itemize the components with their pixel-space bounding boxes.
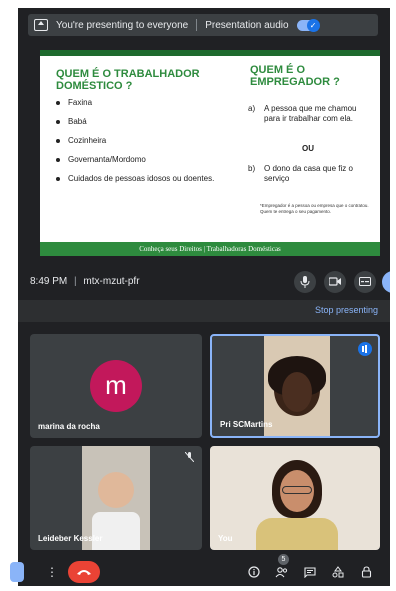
presenting-text: You're presenting to everyone [56, 19, 189, 31]
slide-footnote: *Empregador é a pessoa ou empresa que o … [260, 203, 369, 214]
slide-footer: Conheça seus Direitos | Trabalhadoras Do… [40, 242, 380, 256]
present-screen-side-button[interactable] [10, 562, 24, 582]
more-options-button[interactable]: ⋮ [42, 562, 62, 582]
option-a-marker: a) [248, 104, 256, 113]
participant-name: Leideber Kessler [38, 534, 103, 543]
stop-presenting-bar: Stop presenting [18, 300, 390, 322]
list-item: Governanta/Mordomo [54, 155, 224, 165]
info-icon [248, 566, 260, 578]
meeting-code: mtx-mzut-pfr [83, 276, 140, 287]
host-controls-button[interactable] [356, 562, 376, 582]
audio-toggle-icon: ✓ [306, 18, 320, 32]
bottom-control-bar: ⋮ 5 [18, 554, 390, 586]
option-b-marker: b) [248, 164, 256, 173]
slide-right-title: QUEM É O EMPREGADOR ? [250, 64, 340, 88]
camera-icon [328, 277, 341, 286]
divider [196, 19, 198, 31]
participant-tile-active-speaker[interactable]: Pri SCMartins [210, 334, 380, 438]
presentation-audio-label: Presentation audio [205, 19, 289, 31]
meeting-info-bar: 8:49 PM | mtx-mzut-pfr [18, 266, 390, 300]
chat-icon [304, 567, 316, 579]
option-a-text: A pessoa que me chamou para ir trabalhar… [264, 104, 357, 123]
participant-tile[interactable]: m marina da rocha [30, 334, 202, 438]
mic-button[interactable] [294, 271, 316, 293]
participant-name: marina da rocha [38, 422, 100, 431]
meeting-details: 8:49 PM | mtx-mzut-pfr [30, 276, 140, 287]
muted-mic-icon [184, 451, 195, 464]
activities-icon [332, 566, 344, 578]
people-icon [275, 567, 288, 578]
slide-item-list: Faxina Babá Cozinheira Governanta/Mordom… [54, 98, 224, 193]
hangup-icon [77, 570, 91, 575]
present-now-button[interactable] [382, 271, 390, 293]
list-item: Cozinheira [54, 136, 224, 146]
participant-face [98, 472, 134, 508]
list-item: Babá [54, 117, 224, 127]
participant-name: You [218, 534, 233, 543]
list-item: Cuidados de pessoas idosos ou doentes. [54, 174, 224, 184]
presenting-banner: You're presenting to everyone Presentati… [28, 14, 378, 36]
activities-button[interactable] [328, 562, 348, 582]
video-feed [264, 336, 330, 436]
hangup-button[interactable] [68, 561, 100, 583]
people-button[interactable]: 5 [272, 554, 292, 582]
captions-button[interactable] [354, 271, 376, 293]
speaking-indicator-icon [358, 342, 372, 356]
participant-shirt [256, 518, 338, 550]
captions-icon [359, 277, 371, 286]
or-text: OU [302, 144, 314, 153]
video-feed [210, 446, 380, 550]
participant-tile-self[interactable]: You [210, 446, 380, 550]
slide-top-bar [40, 50, 380, 56]
presentation-audio-toggle[interactable]: ✓ [296, 18, 320, 32]
slide-left-title: QUEM É O TRABALHADOR DOMÉSTICO ? [56, 68, 200, 92]
mic-icon [300, 276, 310, 288]
meeting-time: 8:49 PM [30, 276, 68, 287]
participant-face [282, 372, 312, 412]
stop-presenting-button[interactable]: Stop presenting [315, 305, 378, 315]
more-options-icon: ⋮ [46, 565, 58, 579]
meet-window: You're presenting to everyone Presentati… [18, 8, 390, 586]
present-screen-icon [34, 19, 48, 31]
participant-name: Pri SCMartins [220, 420, 273, 429]
separator: | [74, 276, 77, 287]
participant-tile[interactable]: Leideber Kessler [30, 446, 202, 550]
info-button[interactable] [244, 562, 264, 582]
presentation-slide: QUEM É O TRABALHADOR DOMÉSTICO ? QUEM É … [40, 50, 380, 256]
option-b-text: O dono da casa que fiz o serviço [264, 164, 353, 183]
people-count-badge: 5 [278, 554, 289, 565]
camera-button[interactable] [324, 271, 346, 293]
list-item: Faxina [54, 98, 224, 108]
participant-shirt [92, 512, 140, 550]
glasses [282, 486, 312, 494]
lock-icon [361, 566, 371, 578]
chat-button[interactable] [300, 562, 320, 582]
avatar: m [90, 360, 142, 412]
